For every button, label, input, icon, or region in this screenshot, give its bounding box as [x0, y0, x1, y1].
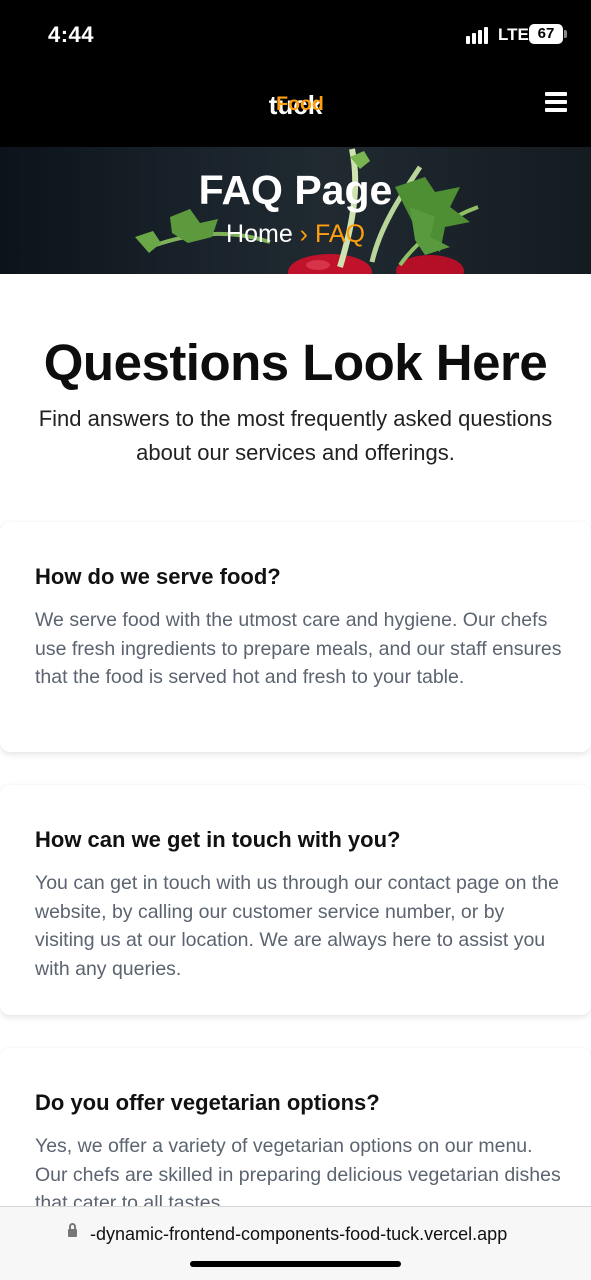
faq-card: How do we serve food? We serve food with… [0, 522, 591, 752]
breadcrumb: Home › FAQ [0, 220, 591, 249]
status-time: 4:44 [48, 22, 95, 47]
faq-card: How can we get in touch with you? You ca… [0, 785, 591, 1015]
faq-answer: Yes, we offer a variety of vegetarian op… [35, 1135, 561, 1214]
browser-address-bar[interactable]: -dynamic-frontend-components-food-tuck.v… [0, 1206, 591, 1280]
site-header: Food tuck [0, 72, 591, 147]
signal-icon [466, 26, 492, 44]
hero-title: FAQ Page [198, 167, 393, 213]
lock-icon [68, 1223, 77, 1237]
site-logo[interactable]: Food tuck [0, 90, 591, 121]
home-indicator[interactable] [190, 1261, 401, 1267]
breadcrumb-home-link[interactable]: Home [226, 220, 293, 248]
faq-question: How can we get in touch with you? [35, 827, 401, 852]
section-subtitle: Find answers to the most frequently aske… [38, 406, 553, 465]
faq-answer: We serve food with the utmost care and h… [35, 609, 562, 688]
hamburger-menu-icon[interactable] [545, 92, 567, 112]
status-bar: 4:44 LTE 67 [0, 0, 591, 72]
faq-question: Do you offer vegetarian options? [35, 1090, 380, 1115]
logo-part-food: Food [276, 93, 324, 115]
faq-question: How do we serve food? [35, 564, 281, 589]
faq-answer: You can get in touch with us through our… [35, 872, 559, 980]
section-heading: Questions Look Here [43, 334, 548, 391]
network-label: LTE [498, 25, 529, 44]
breadcrumb-separator: › [299, 220, 308, 248]
hero-banner: FAQ Page Home › FAQ [0, 147, 591, 274]
battery-icon: 67 [529, 24, 567, 44]
url-text[interactable]: -dynamic-frontend-components-food-tuck.v… [90, 1224, 507, 1245]
breadcrumb-current: FAQ [314, 220, 365, 248]
